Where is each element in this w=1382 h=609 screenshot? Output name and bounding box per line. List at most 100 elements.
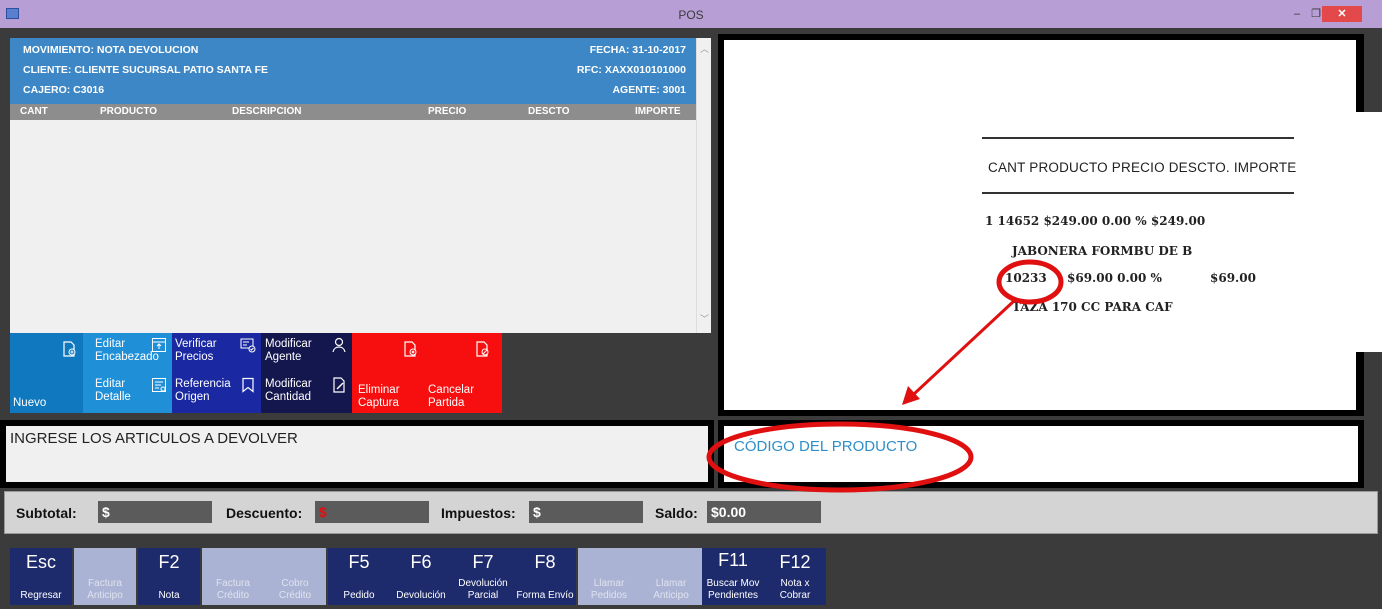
header-edit-icon	[152, 338, 166, 352]
eliminar-captura-label-1: Eliminar	[358, 384, 400, 396]
llamar-anticipo-button[interactable]: Llamar Anticipo	[640, 548, 702, 605]
editar-encabezado-label-2: Encabezado	[95, 351, 159, 363]
fkey-desc: Factura Crédito	[216, 578, 250, 601]
editar-encabezado-button[interactable]: Editar Encabezado	[83, 333, 172, 373]
receipt-divider-bottom	[982, 192, 1294, 194]
movimiento-label: MOVIMIENTO: NOTA DEVOLUCION	[23, 44, 199, 56]
saldo-field: $0.00	[707, 501, 821, 523]
fkey-key: F5	[348, 552, 370, 572]
column-descto[interactable]: DESCTO	[528, 104, 570, 120]
title-bar: POS – ❐ ✕	[0, 0, 1382, 28]
fkey-desc: Nota x Cobrar	[779, 578, 811, 601]
verificar-precios-label-1: Verificar	[175, 338, 217, 350]
function-bar-filler	[828, 548, 1382, 609]
fkey-desc: Devolución Parcial	[458, 578, 508, 601]
modificar-cantidad-label-2: Cantidad	[265, 391, 312, 403]
column-descripcion[interactable]: DESCRIPCION	[232, 104, 301, 120]
f7-devolucion-parcial-button[interactable]: F7 Devolución Parcial	[452, 548, 514, 605]
fkey-key: F11	[718, 550, 748, 570]
impuestos-label: Impuestos:	[441, 505, 516, 521]
column-producto[interactable]: PRODUCTO	[100, 104, 157, 120]
items-grid[interactable]	[10, 120, 696, 333]
fkey-desc: Llamar Pedidos	[590, 578, 628, 601]
f6-devolucion-button[interactable]: F6 Devolución	[390, 548, 452, 605]
eliminar-captura-button[interactable]: Eliminar Captura	[352, 333, 422, 413]
rfc-label: RFC: XAXX010101000	[576, 64, 686, 76]
receipt-line: $69.00 0.00 %	[1067, 271, 1162, 285]
fkey-key: Esc	[25, 552, 56, 572]
fkey-desc: Forma Envío	[516, 590, 574, 601]
fkey-desc: Cobro Crédito	[278, 578, 312, 601]
column-cant[interactable]: CANT	[20, 104, 48, 120]
referencia-origen-button[interactable]: Referencia Origen	[172, 373, 261, 413]
scroll-down-icon[interactable]: ﹀	[699, 314, 710, 324]
impuestos-field: $	[529, 501, 643, 523]
agente-label: AGENTE: 3001	[612, 84, 686, 96]
receipt-line-code: 10233	[1005, 271, 1047, 285]
referencia-origen-label-1: Referencia	[175, 378, 231, 390]
fkey-key: F8	[534, 552, 556, 572]
totals-bar: Subtotal: $ Descuento: $ Impuestos: $ Sa…	[4, 491, 1378, 534]
llamar-pedidos-button[interactable]: Llamar Pedidos	[578, 548, 640, 605]
receipt-line: $69.00	[1210, 271, 1256, 285]
column-importe[interactable]: IMPORTE	[635, 104, 681, 120]
cancelar-partida-label-1: Cancelar	[428, 384, 475, 396]
product-code-placeholder: CÓDIGO DEL PRODUCTO	[734, 438, 918, 455]
instruction-text: INGRESE LOS ARTICULOS A DEVOLVER	[10, 430, 298, 447]
fkey-key: F2	[158, 552, 180, 572]
verificar-precios-label-2: Precios	[175, 351, 214, 363]
f12-nota-cobrar-button[interactable]: F12 Nota x Cobrar	[764, 548, 826, 605]
price-check-icon	[240, 338, 256, 353]
scroll-up-icon[interactable]: ︿	[699, 44, 710, 54]
modificar-agente-label-2: Agente	[265, 351, 302, 363]
modificar-agente-label-1: Modificar	[265, 338, 312, 350]
fkey-key: F6	[410, 552, 432, 572]
fkey-desc: Devolución	[396, 590, 446, 601]
factura-credito-button[interactable]: Factura Crédito	[202, 548, 264, 605]
close-button[interactable]: ✕	[1322, 6, 1362, 22]
receipt-overflow	[1356, 112, 1382, 352]
product-code-input[interactable]: CÓDIGO DEL PRODUCTO	[724, 426, 1358, 482]
cajero-label: CAJERO: C3016	[23, 84, 105, 96]
bookmark-icon	[242, 377, 254, 393]
modificar-cantidad-button[interactable]: Modificar Cantidad	[261, 373, 352, 413]
instruction-box: INGRESE LOS ARTICULOS A DEVOLVER	[6, 426, 708, 482]
column-precio[interactable]: PRECIO	[428, 104, 466, 120]
action-bar-filler	[502, 333, 711, 413]
factura-anticipo-button[interactable]: Factura Anticipo	[74, 548, 136, 605]
f5-pedido-button[interactable]: F5 Pedido	[328, 548, 390, 605]
receipt-divider-top	[982, 137, 1294, 139]
document-delete-icon	[404, 341, 417, 357]
grid-column-header: CANT PRODUCTO DESCRIPCION PRECIO DESCTO …	[10, 104, 696, 120]
fecha-label: FECHA: 31-10-2017	[589, 44, 686, 56]
referencia-origen-label-2: Origen	[175, 391, 210, 403]
editar-detalle-button[interactable]: Editar Detalle	[83, 373, 172, 413]
f8-forma-envio-button[interactable]: F8 Forma Envío	[514, 548, 576, 605]
editar-detalle-label-2: Detalle	[95, 391, 131, 403]
nuevo-button[interactable]: Nuevo	[10, 333, 83, 413]
minimize-button[interactable]: –	[1288, 6, 1306, 22]
descuento-field: $	[315, 501, 429, 523]
cancelar-partida-button[interactable]: Cancelar Partida	[422, 333, 502, 413]
detail-edit-icon	[152, 378, 166, 392]
verificar-precios-button[interactable]: Verificar Precios	[172, 333, 261, 373]
editar-encabezado-label-1: Editar	[95, 338, 126, 350]
document-header: MOVIMIENTO: NOTA DEVOLUCION FECHA: 31-10…	[10, 38, 696, 104]
subtotal-field: $	[98, 501, 212, 523]
nuevo-label: Nuevo	[13, 397, 47, 409]
person-icon	[332, 337, 346, 353]
fkey-desc: Llamar Anticipo	[653, 578, 689, 601]
grid-scrollbar[interactable]: ︿ ﹀	[696, 38, 711, 333]
esc-regresar-button[interactable]: Esc Regresar	[10, 548, 72, 605]
cobro-credito-button[interactable]: Cobro Crédito	[264, 548, 326, 605]
fkey-desc: Regresar	[20, 590, 62, 601]
modificar-agente-button[interactable]: Modificar Agente	[261, 333, 352, 373]
window-title: POS	[678, 8, 704, 22]
cancelar-partida-label-2: Partida	[428, 397, 465, 409]
subtotal-label: Subtotal:	[16, 505, 77, 521]
f11-buscar-button[interactable]: F11 Buscar Mov Pendientes	[702, 548, 764, 605]
f2-nota-button[interactable]: F2 Nota	[138, 548, 200, 605]
cliente-label: CLIENTE: CLIENTE SUCURSAL PATIO SANTA FE	[23, 64, 269, 76]
descuento-label: Descuento:	[226, 505, 303, 521]
saldo-label: Saldo:	[655, 505, 698, 521]
